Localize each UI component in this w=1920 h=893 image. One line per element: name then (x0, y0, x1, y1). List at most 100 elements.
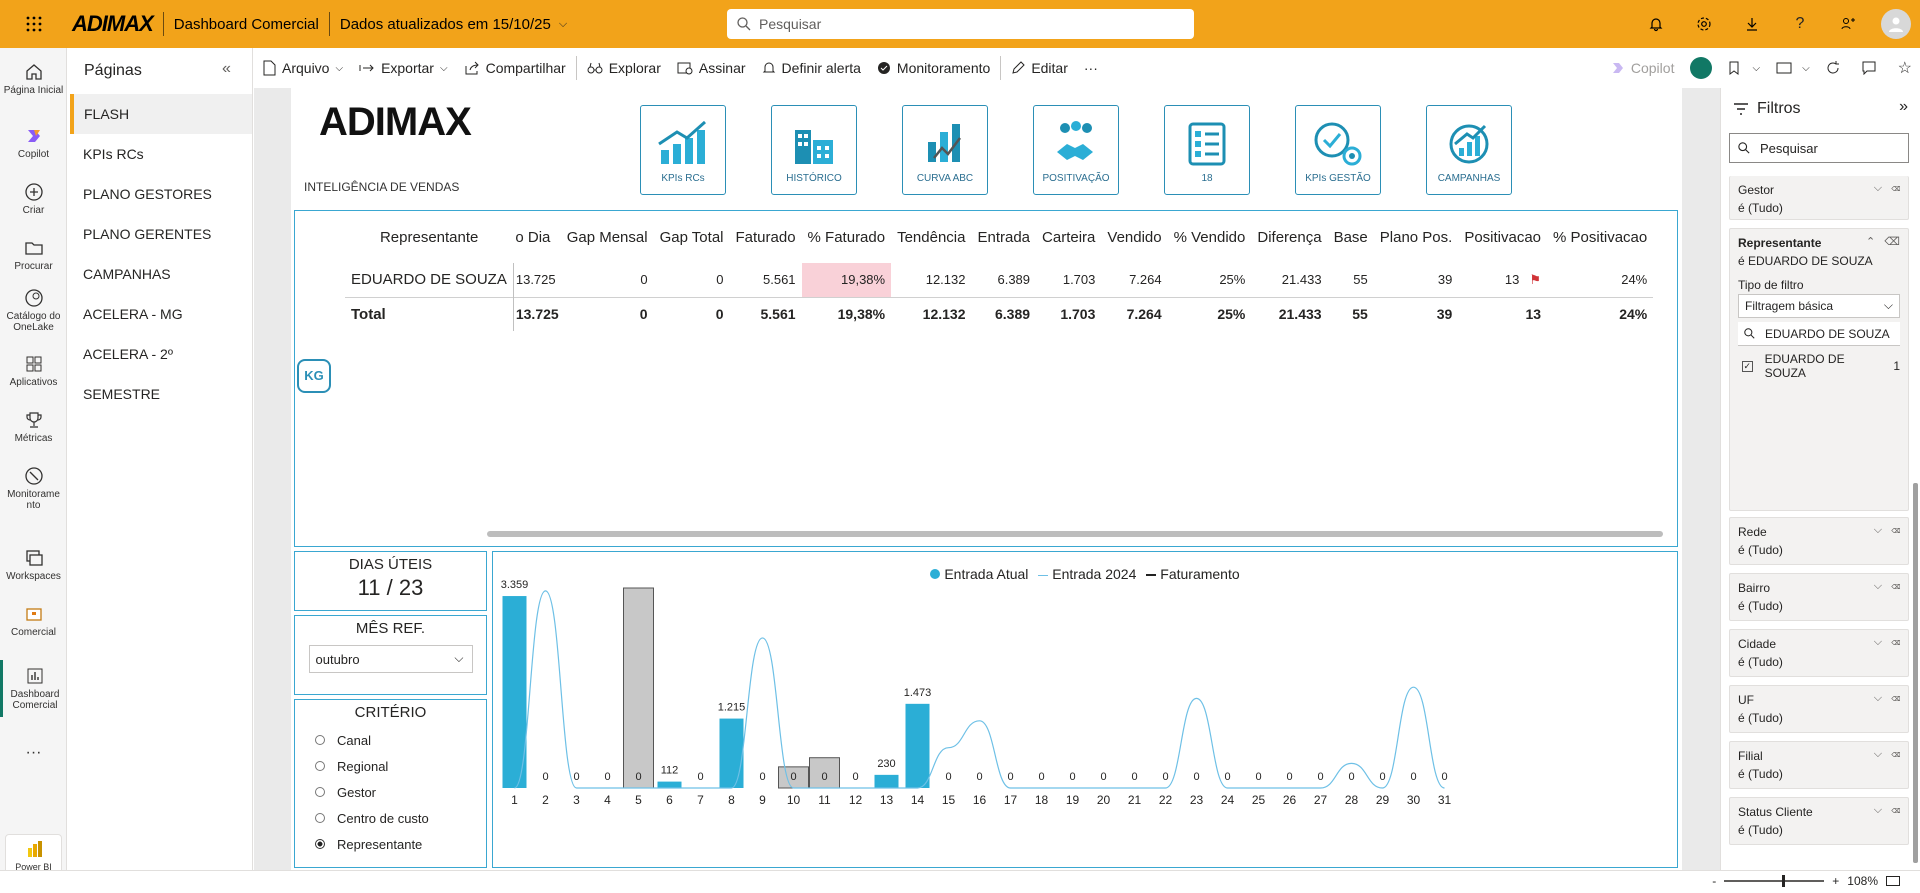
gear-icon[interactable] (1680, 0, 1728, 48)
col-diferenca[interactable]: Diferença (1251, 211, 1327, 263)
nav-kpis-rcs-button[interactable]: KPIs RCs (640, 105, 726, 195)
nav-positivacao-button[interactable]: POSITIVAÇÃO (1033, 105, 1119, 195)
col-base[interactable]: Base (1328, 211, 1374, 263)
reload-icon[interactable] (1818, 48, 1854, 88)
filter-option-eduardo[interactable]: ✓ EDUARDO DE SOUZA 1 (1742, 352, 1900, 380)
col-vendido[interactable]: Vendido (1101, 211, 1167, 263)
avatar[interactable] (1881, 9, 1911, 39)
more-options-button[interactable]: ··· (1076, 48, 1106, 88)
chevron-down-icon[interactable]: ⌵ ⌫ (1874, 636, 1900, 649)
radio-representante[interactable]: Representante (315, 831, 486, 857)
rail-item-dashboard[interactable]: Dashboard Comercial (0, 660, 67, 717)
col-gap-total[interactable]: Gap Total (654, 211, 730, 263)
bookmark-icon[interactable]: ⌵ (1720, 48, 1768, 88)
nav-18-button[interactable]: 18 (1164, 105, 1250, 195)
exportar-menu[interactable]: Exportar ⌵ (351, 48, 456, 88)
page-item-kpis-rcs[interactable]: KPIs RCs (70, 134, 252, 174)
nav-curva-abc-button[interactable]: CURVA ABC (902, 105, 988, 195)
col-faturado[interactable]: Faturado (730, 211, 802, 263)
chevron-down-icon[interactable]: ⌵ ⌫ (1874, 580, 1900, 593)
chevron-down-icon[interactable]: ⌵ (559, 18, 567, 31)
chevron-down-icon[interactable]: ⌵ ⌫ (1874, 692, 1900, 705)
zoom-slider[interactable] (1724, 875, 1825, 887)
definir-alerta-button[interactable]: Definir alerta (754, 48, 869, 88)
zoom-in-button[interactable]: + (1832, 874, 1839, 888)
explorar-button[interactable]: Explorar (579, 48, 669, 88)
rail-item-browse[interactable]: Procurar (0, 232, 67, 278)
chevron-up-icon[interactable]: ⌃ ⌫ (1866, 235, 1900, 248)
view-icon[interactable]: ⌵ (1768, 48, 1818, 88)
rail-item-apps[interactable]: Aplicativos (0, 348, 67, 394)
favorite-star-icon[interactable]: ☆ (1890, 48, 1920, 88)
col-pct-vendido[interactable]: % Vendido (1168, 211, 1252, 263)
assinar-button[interactable]: Assinar (669, 48, 754, 88)
radio-gestor[interactable]: Gestor (315, 779, 486, 805)
app-launcher-icon[interactable] (16, 0, 52, 48)
rail-item-comercial[interactable]: Comercial (0, 598, 67, 644)
col-representante[interactable]: Representante (345, 211, 513, 263)
rail-item-workspaces[interactable]: Workspaces (0, 542, 67, 588)
col-entrada[interactable]: Entrada (971, 211, 1036, 263)
filters-scrollbar[interactable] (1913, 483, 1918, 863)
collapse-filters-icon[interactable]: » (1899, 98, 1908, 116)
editar-button[interactable]: Editar (1003, 48, 1076, 88)
rail-item-home[interactable]: Página Inicial (0, 56, 67, 102)
nav-historico-button[interactable]: HISTÓRICO (771, 105, 857, 195)
radio-centro-de-custo[interactable]: Centro de custo (315, 805, 486, 831)
copilot-button[interactable]: Copilot (1603, 48, 1683, 88)
chevron-down-icon[interactable]: ⌵ ⌫ (1874, 748, 1900, 761)
col-pct-positivacao[interactable]: % Positivacao (1547, 211, 1653, 263)
radio-canal[interactable]: Canal (315, 727, 486, 753)
nav-campanhas-button[interactable]: CAMPANHAS (1426, 105, 1512, 195)
table-row[interactable]: EDUARDO DE SOUZA 13.725 0 0 5.561 19,38%… (345, 263, 1654, 297)
share-feedback-icon[interactable] (1824, 0, 1872, 48)
radio-regional[interactable]: Regional (315, 753, 486, 779)
nav-kpis-gestao-button[interactable]: KPIs GESTÃO (1295, 105, 1381, 195)
chevron-down-icon[interactable]: ⌵ ⌫ (1874, 182, 1900, 195)
compartilhar-button[interactable]: Compartilhar (456, 48, 574, 88)
bell-icon[interactable] (1632, 0, 1680, 48)
filter-value-search-input[interactable]: EDUARDO DE SOUZA (1738, 322, 1900, 346)
col-tendencia[interactable]: Tendência (891, 211, 971, 263)
filters-search-input[interactable]: Pesquisar (1729, 133, 1909, 163)
comment-icon[interactable] (1854, 48, 1890, 88)
col-plano-pos[interactable]: Plano Pos. (1374, 211, 1459, 263)
chevron-down-icon[interactable]: ⌵ ⌫ (1874, 524, 1900, 537)
workspace-title[interactable]: Dashboard Comercial (174, 16, 319, 33)
rail-item-create[interactable]: Criar (0, 176, 67, 222)
page-item-flash[interactable]: FLASH (70, 94, 252, 134)
rail-item-monitor[interactable]: Monitoramento (0, 460, 67, 517)
monitoramento-button[interactable]: Monitoramento (869, 48, 998, 88)
fit-to-page-icon[interactable] (1886, 876, 1900, 886)
global-search-input[interactable]: Pesquisar (727, 9, 1194, 39)
zoom-level[interactable]: 108% (1847, 874, 1878, 888)
filter-card-gestor[interactable]: Gestor é (Tudo) ⌵ ⌫ (1729, 176, 1909, 220)
help-icon[interactable]: ? (1776, 0, 1824, 48)
arquivo-menu[interactable]: Arquivo ⌵ (254, 48, 351, 88)
col-positivacao[interactable]: Positivacao (1458, 211, 1547, 263)
refresh-visual-icon[interactable] (1682, 48, 1720, 88)
filter-card-status-cliente[interactable]: Status Cliente é (Tudo) ⌵ ⌫ (1729, 797, 1909, 845)
filter-card-bairro[interactable]: Bairro é (Tudo) ⌵ ⌫ (1729, 573, 1909, 621)
page-item-acelera-mg[interactable]: ACELERA - MG (70, 294, 252, 334)
col-carteira[interactable]: Carteira (1036, 211, 1101, 263)
rail-item-onelake[interactable]: Catálogo do OneLake (0, 282, 67, 339)
filter-card-cidade[interactable]: Cidade é (Tudo) ⌵ ⌫ (1729, 629, 1909, 677)
filter-card-rede[interactable]: Rede é (Tudo) ⌵ ⌫ (1729, 517, 1909, 565)
page-item-acelera-2-semestre[interactable]: ACELERA - 2º SEMESTRE (70, 334, 252, 402)
rail-item-copilot[interactable]: Copilot (0, 120, 67, 166)
horizontal-scrollbar[interactable] (487, 531, 1663, 537)
filter-card-filial[interactable]: Filial é (Tudo) ⌵ ⌫ (1729, 741, 1909, 789)
page-item-plano-gestores[interactable]: PLANO GESTORES (70, 174, 252, 214)
download-icon[interactable] (1728, 0, 1776, 48)
more-icon[interactable]: ··· (0, 738, 67, 768)
zoom-out-button[interactable]: - (1712, 874, 1716, 888)
collapse-pages-icon[interactable]: « (222, 60, 231, 78)
col-gap-mensal[interactable]: Gap Mensal (561, 211, 654, 263)
rail-item-metrics[interactable]: Métricas (0, 404, 67, 450)
col-dia[interactable]: o Dia (513, 211, 560, 263)
page-item-plano-gerentes[interactable]: PLANO GERENTES (70, 214, 252, 254)
filter-type-dropdown[interactable]: Filtragem básica ⌵ (1738, 294, 1900, 318)
data-updated-label[interactable]: Dados atualizados em 15/10/25 (340, 16, 551, 33)
chevron-down-icon[interactable]: ⌵ ⌫ (1874, 804, 1900, 817)
